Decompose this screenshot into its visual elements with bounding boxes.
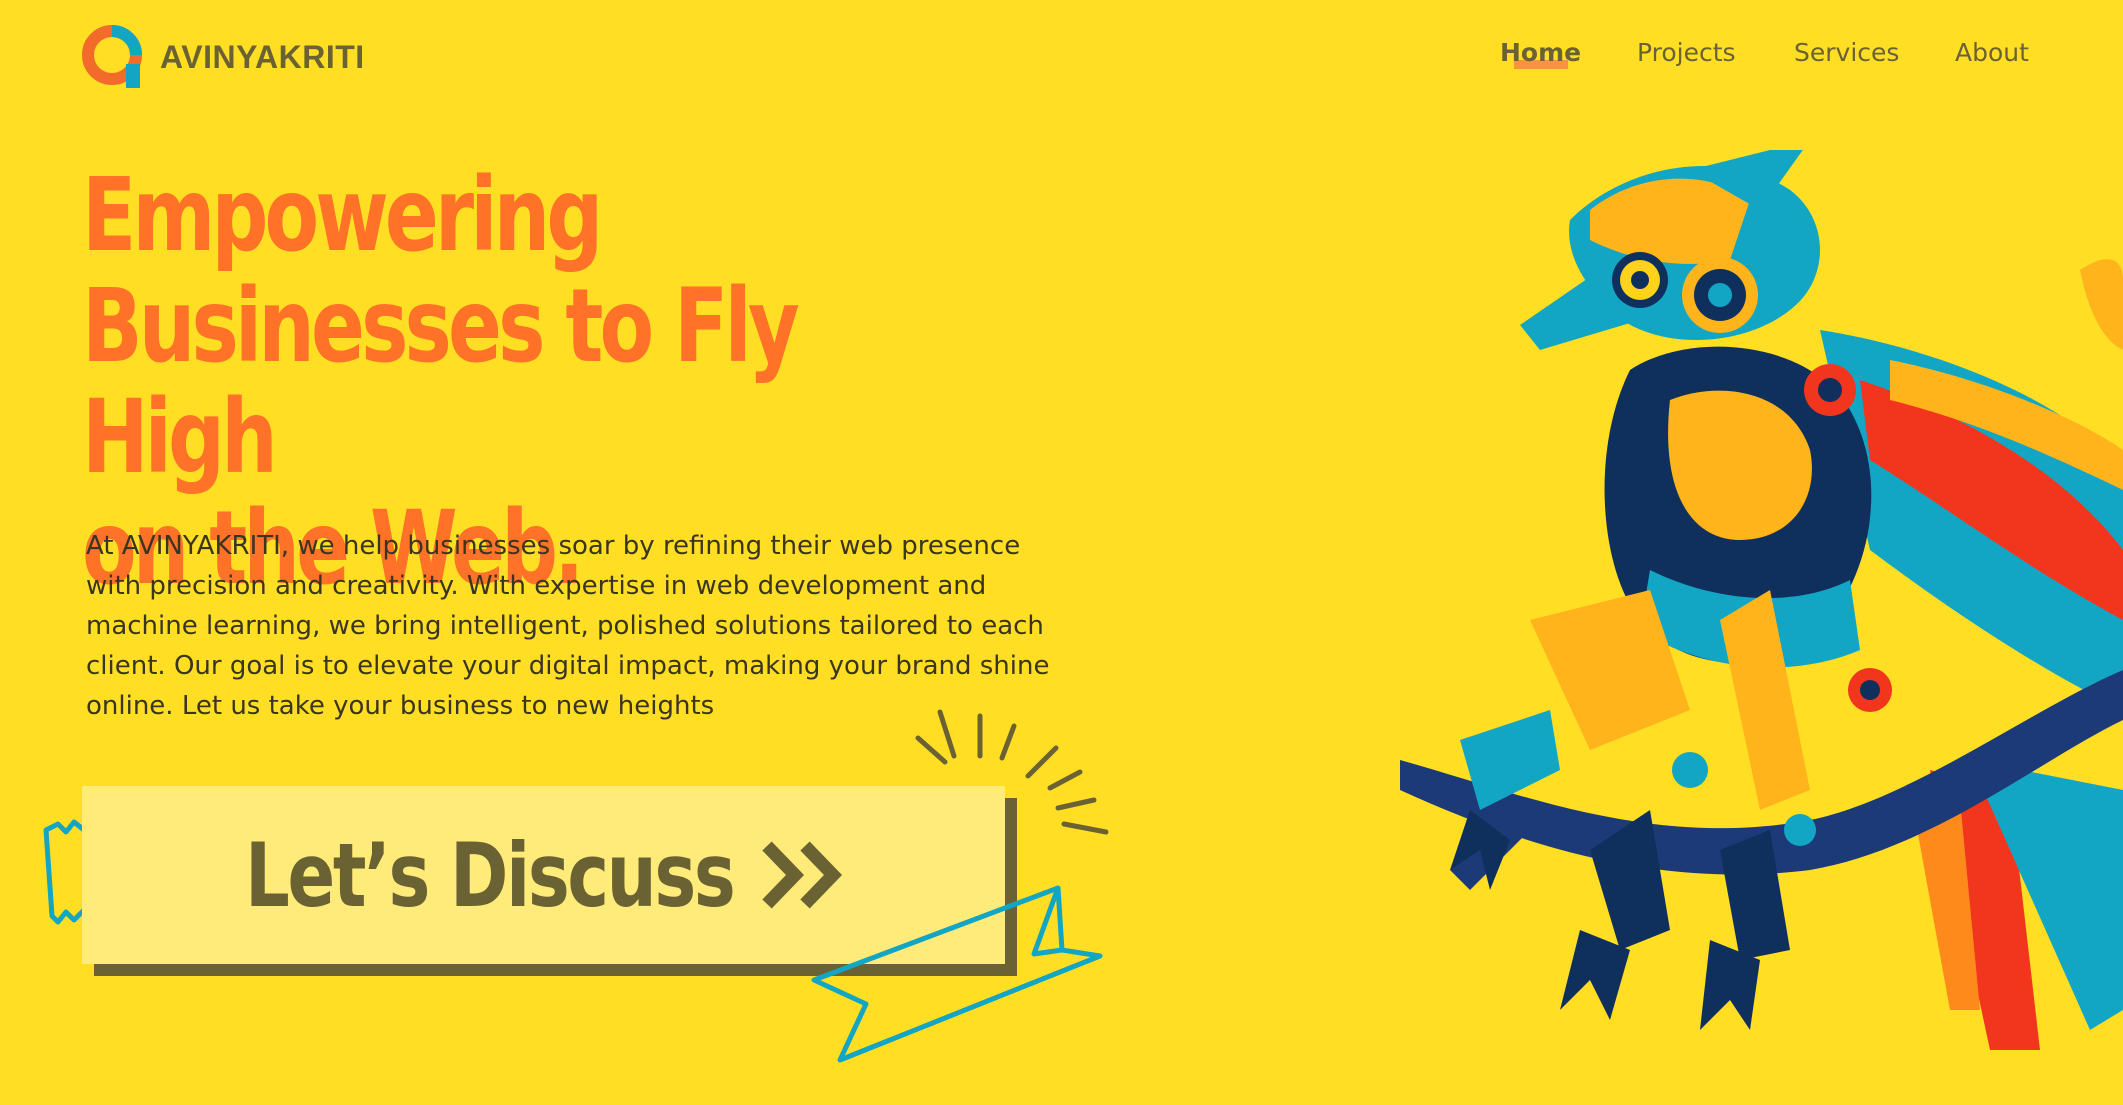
- cta-label: Let’s Discuss: [245, 823, 736, 927]
- robotic-bird-illustration: [1400, 150, 2123, 1050]
- ribbon-banner-doodle-icon: [811, 885, 1103, 1063]
- main-nav: Home Projects Services About: [1480, 38, 2045, 78]
- cta-content: Let’s Discuss: [244, 824, 842, 927]
- logo-ring-icon: [82, 25, 142, 88]
- brand-name: AVINYAKRITI: [160, 38, 365, 75]
- nav-item-projects[interactable]: Projects: [1637, 38, 1736, 67]
- logo-link[interactable]: AVINYAKRITI: [82, 24, 365, 90]
- nav-item-services[interactable]: Services: [1794, 38, 1899, 67]
- hero-description: At AVINYAKRITI, we help businesses soar …: [86, 531, 1050, 721]
- nav-item-home[interactable]: Home: [1500, 38, 1581, 67]
- nav-item-about[interactable]: About: [1955, 38, 2029, 67]
